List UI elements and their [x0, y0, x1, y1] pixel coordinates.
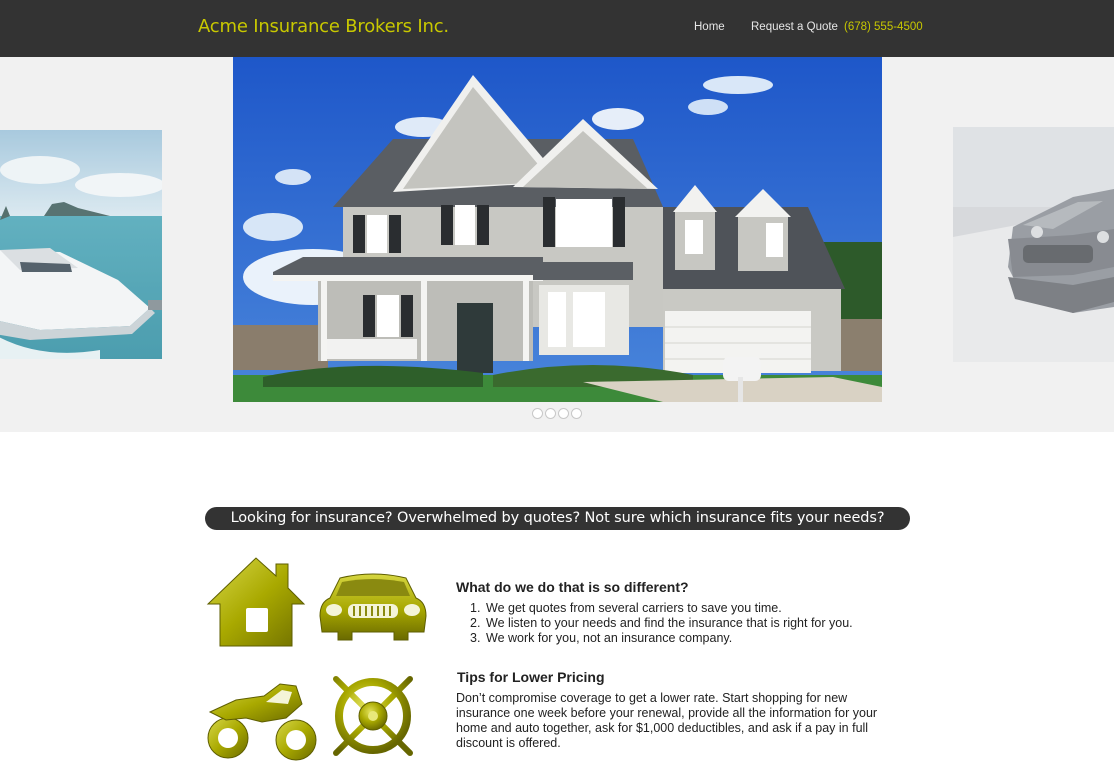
house-icon: [206, 557, 306, 647]
motorcycle-icon: [207, 683, 317, 761]
difference-heading: What do we do that is so different?: [456, 579, 689, 595]
phone-number: (678) 555-4500: [844, 21, 923, 33]
tagline-banner: Looking for insurance? Overwhelmed by qu…: [205, 507, 910, 530]
car-image: [953, 127, 1114, 362]
carousel-slide-car[interactable]: [953, 127, 1114, 362]
tips-paragraph: Don’t compromise coverage to get a lower…: [456, 691, 878, 750]
carousel-dot-2[interactable]: [545, 408, 556, 419]
boat-image: [0, 130, 162, 359]
nav-home-link[interactable]: Home: [694, 21, 725, 33]
carousel-slide-boat[interactable]: [0, 130, 162, 359]
carousel-pagination: [532, 408, 582, 420]
list-item: 3. We work for you, not an insurance comp…: [470, 631, 733, 645]
tips-heading: Tips for Lower Pricing: [457, 669, 605, 685]
list-item: 1. We get quotes from several carriers to…: [470, 601, 782, 615]
house-image: [233, 57, 882, 402]
nav-request-quote-link[interactable]: Request a Quote: [751, 21, 838, 33]
car-icon: [319, 573, 427, 641]
carousel-dot-3[interactable]: [558, 408, 569, 419]
carousel-dot-1[interactable]: [532, 408, 543, 419]
list-item: 2. We listen to your needs and find the i…: [470, 616, 853, 630]
carousel-dot-4[interactable]: [571, 408, 582, 419]
carousel-slide-house[interactable]: [233, 57, 882, 402]
difference-list: 1. We get quotes from several carriers to…: [468, 601, 853, 646]
image-carousel: [0, 57, 1114, 432]
brand-name[interactable]: Acme Insurance Brokers Inc.: [198, 16, 449, 37]
ships-wheel-icon: [318, 662, 428, 770]
site-header: Acme Insurance Brokers Inc. Home Request…: [0, 0, 1114, 57]
